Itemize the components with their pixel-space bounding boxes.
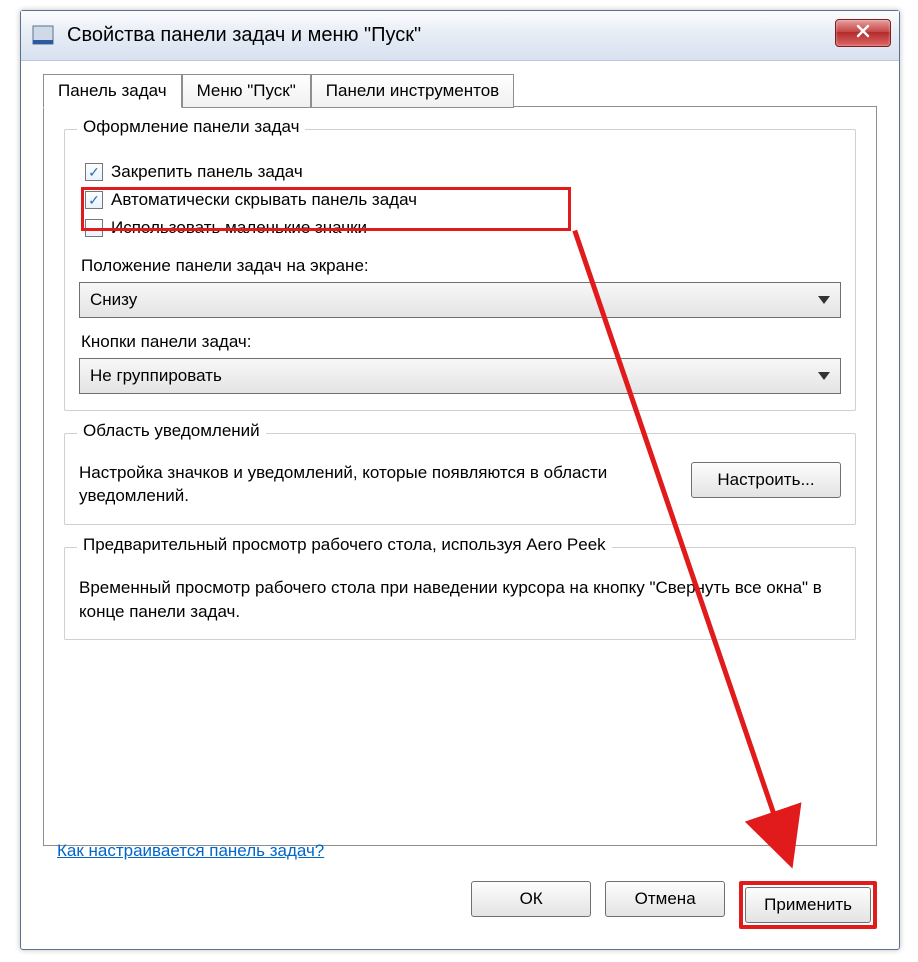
combo-buttons[interactable]: Не группировать <box>79 358 841 394</box>
checkbox-autohide[interactable]: ✓ <box>85 191 103 209</box>
annotation-highlight-apply: Применить <box>739 881 877 929</box>
group-appearance-legend: Оформление панели задач <box>77 117 305 137</box>
group-notification-legend: Область уведомлений <box>77 421 266 441</box>
app-icon <box>29 22 57 50</box>
close-button[interactable] <box>835 19 891 47</box>
aero-peek-text: Временный просмотр рабочего стола при на… <box>79 576 841 624</box>
group-aero-legend: Предварительный просмотр рабочего стола,… <box>77 535 612 555</box>
apply-button[interactable]: Применить <box>745 887 871 923</box>
tab-panel: Оформление панели задач ✓ Закрепить пане… <box>43 106 877 846</box>
tab-taskbar[interactable]: Панель задач <box>43 74 182 108</box>
tab-strip: Панель задач Меню "Пуск" Панели инструме… <box>43 73 877 107</box>
checkbox-autohide-label: Автоматически скрывать панель задач <box>111 190 417 210</box>
label-buttons: Кнопки панели задач: <box>81 332 841 352</box>
checkbox-autohide-row[interactable]: ✓ Автоматически скрывать панель задач <box>83 186 841 214</box>
help-link[interactable]: Как настраивается панель задач? <box>57 841 324 860</box>
label-position: Положение панели задач на экране: <box>81 256 841 276</box>
checkbox-lock-taskbar-row[interactable]: ✓ Закрепить панель задач <box>83 158 841 186</box>
checkbox-small-icons[interactable] <box>85 219 103 237</box>
properties-dialog: Свойства панели задач и меню "Пуск" Пане… <box>20 10 900 950</box>
group-appearance: Оформление панели задач ✓ Закрепить пане… <box>64 129 856 411</box>
chevron-down-icon <box>818 372 830 380</box>
tab-start-menu[interactable]: Меню "Пуск" <box>182 74 311 108</box>
ok-button[interactable]: ОК <box>471 881 591 917</box>
customize-button[interactable]: Настроить... <box>691 462 841 498</box>
combo-buttons-value: Не группировать <box>90 366 222 386</box>
checkbox-lock-label: Закрепить панель задач <box>111 162 303 182</box>
dialog-footer: ОК Отмена Применить <box>21 863 899 949</box>
titlebar[interactable]: Свойства панели задач и меню "Пуск" <box>21 11 899 61</box>
close-icon <box>855 23 871 44</box>
combo-position-value: Снизу <box>90 290 137 310</box>
combo-position[interactable]: Снизу <box>79 282 841 318</box>
group-aero-peek: Предварительный просмотр рабочего стола,… <box>64 547 856 641</box>
tab-toolbars[interactable]: Панели инструментов <box>311 74 514 108</box>
group-notification: Область уведомлений Настройка значков и … <box>64 433 856 525</box>
checkbox-small-icons-row[interactable]: Использовать маленькие значки <box>83 214 841 242</box>
cancel-button[interactable]: Отмена <box>605 881 725 917</box>
checkbox-small-label: Использовать маленькие значки <box>111 218 367 238</box>
checkbox-lock-taskbar[interactable]: ✓ <box>85 163 103 181</box>
notification-text: Настройка значков и уведомлений, которые… <box>79 462 673 508</box>
window-title: Свойства панели задач и меню "Пуск" <box>67 24 421 47</box>
chevron-down-icon <box>818 296 830 304</box>
client-area: Панель задач Меню "Пуск" Панели инструме… <box>21 61 899 858</box>
